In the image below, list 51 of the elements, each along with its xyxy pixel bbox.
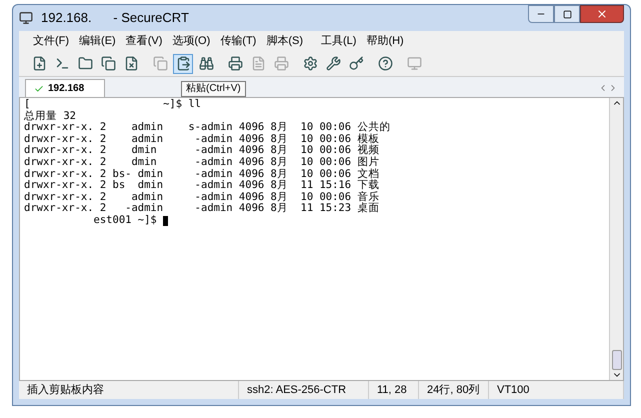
- settings-icon: [302, 56, 318, 71]
- status-text: 24行, 80列: [419, 381, 489, 399]
- document-icon: [250, 56, 266, 71]
- scrollbar[interactable]: [609, 98, 623, 380]
- menu-item[interactable]: 选项(O): [172, 32, 210, 50]
- terminal-line: [ ~]$ ll: [24, 99, 202, 110]
- print-icon: [228, 56, 242, 71]
- menu-item[interactable]: 脚本(S): [266, 32, 303, 50]
- maximize-icon: [562, 10, 572, 18]
- folder-icon: [78, 56, 92, 71]
- terminal-line: drwxr-xr-x. 2 admin -admin 4096 8月 10 00:06 模板: [24, 134, 380, 145]
- monitor-icon: [406, 56, 422, 71]
- status-text: ssh2: AES-256-CTR: [239, 381, 369, 399]
- menu-item[interactable]: 查看(V): [126, 32, 162, 50]
- terminal-line: 总用量 32: [24, 110, 76, 122]
- terminal-line: drwxr-xr-x. 2 -admin -admin 4096 8月 11 15:23 桌面: [24, 203, 380, 215]
- connected-icon: [34, 84, 44, 94]
- copy-icon: [152, 56, 168, 71]
- menu-item[interactable]: 工具(L): [321, 32, 356, 50]
- printer-icon: [274, 56, 288, 71]
- terminal-line: drwxr-xr-x. 2 bs dmin -admin 4096 8月 11 15:16 下载: [24, 180, 380, 192]
- paste-button[interactable]: [173, 54, 193, 74]
- menu-item[interactable]: 帮助(H): [366, 32, 404, 50]
- tooltip: 粘贴(Ctrl+V): [181, 81, 246, 97]
- tools-icon: [326, 56, 340, 71]
- terminal-line: drwxr-xr-x. 2 dmin -admin 4096 8月 10 00:06 图片: [24, 156, 380, 168]
- terminal-line: drwxr-xr-x. 2 admin -admin 4096 8月 10 00:06 音乐: [24, 192, 380, 203]
- terminal-line: est001 ~]$: [92, 214, 158, 227]
- terminal-line: drwxr-xr-x. 2 dmin -admin 4096 8月 10 00:06 视频: [24, 145, 380, 156]
- menu-item[interactable]: 传输(T): [220, 32, 256, 50]
- help-icon: [378, 56, 392, 71]
- terminal-line: drwxr-xr-x. 2 admin s-admin 4096 8月 10 00:06 公共的: [24, 122, 390, 134]
- menu-item[interactable]: 编辑(E): [79, 32, 116, 50]
- paste-icon: [176, 56, 190, 71]
- app-icon: [19, 11, 33, 25]
- scroll-thumb[interactable]: [612, 350, 622, 370]
- menu-item[interactable]: 文件(F): [33, 32, 70, 50]
- key-icon: [348, 56, 364, 71]
- session-tab[interactable]: 192.168: [25, 79, 105, 97]
- maximize-button[interactable]: [554, 5, 580, 23]
- window-title: 192.168. - SecureCRT: [41, 9, 190, 28]
- close-icon: [596, 8, 608, 20]
- find-icon: [198, 56, 214, 71]
- status-text: VT100: [489, 381, 624, 399]
- close-button[interactable]: [580, 5, 624, 23]
- clone-icon: [100, 56, 116, 71]
- status-text: 插入剪贴板内容: [19, 381, 239, 399]
- terminal-line: drwxr-xr-x. 2 bs- dmin -admin 4096 8月 10 00:06 文档: [24, 168, 380, 180]
- status-text: 11, 28: [369, 381, 419, 399]
- cursor: [163, 216, 168, 226]
- terminal-icon: [54, 56, 70, 71]
